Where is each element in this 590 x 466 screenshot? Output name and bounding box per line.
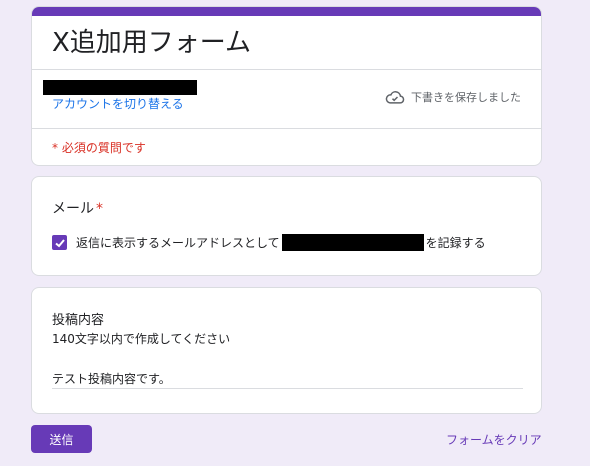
cloud-done-icon: [385, 89, 405, 105]
form-header-card: X追加用フォーム アカウントを切り替える 下書きを保存しました * 必須の質問で…: [31, 6, 542, 166]
post-question-description: 140文字以内で作成してください: [52, 332, 231, 346]
record-email-option[interactable]: 返信に表示するメールアドレスとして を記録する: [52, 234, 486, 251]
record-email-label-suffix: を記録する: [425, 236, 486, 250]
divider: [32, 128, 541, 129]
divider: [32, 69, 541, 70]
email-question-title: メール *: [52, 198, 103, 218]
record-email-checkbox[interactable]: [52, 235, 67, 250]
required-mark: *: [96, 201, 103, 217]
post-question-title: 投稿内容: [52, 313, 105, 328]
checkmark-icon: [54, 238, 65, 247]
email-question-label: メール: [52, 201, 94, 217]
draft-status: 下書きを保存しました: [385, 89, 521, 105]
accent-bar: [32, 7, 541, 16]
required-note: * 必須の質問です: [52, 141, 146, 155]
post-question-card: 投稿内容 140文字以内で作成してください: [31, 287, 542, 414]
form-title: X追加用フォーム: [52, 28, 252, 58]
switch-account-link[interactable]: アカウントを切り替える: [52, 95, 184, 112]
clear-form-button[interactable]: フォームをクリア: [446, 431, 542, 448]
redacted-account-email: [43, 80, 197, 95]
submit-button[interactable]: 送信: [31, 425, 92, 453]
post-answer-input[interactable]: [52, 368, 523, 389]
draft-status-text: 下書きを保存しました: [411, 91, 521, 104]
email-question-card: メール * 返信に表示するメールアドレスとして を記録する: [31, 176, 542, 276]
redacted-email: [281, 234, 424, 251]
record-email-label: 返信に表示するメールアドレスとして: [76, 236, 280, 250]
